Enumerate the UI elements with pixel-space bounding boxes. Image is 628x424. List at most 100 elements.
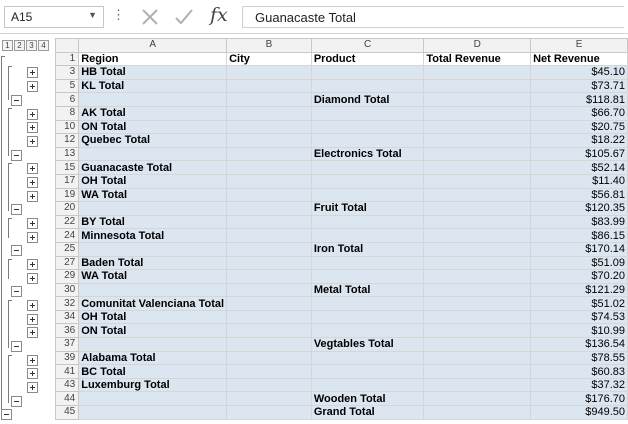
cell-net-revenue[interactable]: $66.70 (530, 105, 628, 121)
cell-product[interactable]: Grand Total (310, 405, 425, 420)
collapse-group-button[interactable] (11, 204, 22, 215)
expand-group-button[interactable] (27, 368, 38, 379)
cell-total-revenue[interactable] (423, 201, 532, 216)
cell-net-revenue[interactable]: $136.54 (530, 337, 628, 352)
row-number[interactable]: 29 (54, 269, 80, 284)
row-number[interactable]: 45 (54, 405, 80, 420)
cell-city[interactable] (226, 133, 312, 148)
cell-total-revenue[interactable] (423, 214, 532, 230)
chevron-down-icon[interactable]: ▼ (88, 10, 97, 20)
cell-city[interactable] (226, 296, 312, 311)
collapse-group-button[interactable] (11, 95, 22, 106)
cell-region[interactable]: Luxemburg Total (78, 377, 228, 393)
formula-input[interactable]: Guanacaste Total (242, 6, 624, 28)
cell-total-revenue[interactable] (423, 282, 532, 298)
cell-net-revenue[interactable]: $51.02 (530, 296, 628, 311)
cell-city[interactable] (226, 187, 312, 203)
cell-net-revenue[interactable]: $11.40 (530, 173, 628, 189)
cell-product[interactable]: Iron Total (310, 241, 425, 257)
expand-group-button[interactable] (27, 81, 38, 92)
more-options-icon[interactable]: ⋮ (112, 8, 125, 22)
cell-product[interactable] (310, 296, 425, 311)
cell-city[interactable] (226, 78, 312, 94)
cell-region[interactable]: Alabama Total (78, 350, 228, 366)
cell-net-revenue[interactable]: $70.20 (530, 269, 628, 284)
column-header-b[interactable]: B (226, 38, 312, 53)
row-number[interactable]: 12 (54, 133, 80, 148)
cell-city[interactable] (226, 405, 312, 420)
cell-city[interactable] (226, 337, 312, 352)
cell-region[interactable]: Minnesota Total (78, 228, 228, 243)
cell-total-revenue[interactable] (423, 241, 532, 257)
cell-net-revenue[interactable]: $56.81 (530, 187, 628, 203)
cell-city[interactable] (226, 105, 312, 121)
cell-region[interactable]: Quebec Total (78, 133, 228, 148)
cell-city[interactable] (226, 228, 312, 243)
cell-product[interactable] (310, 269, 425, 284)
name-box[interactable]: A15 ▼ (4, 6, 104, 28)
cell-total-revenue[interactable] (423, 92, 532, 107)
cell-net-revenue[interactable]: $120.35 (530, 201, 628, 216)
expand-group-button[interactable] (27, 327, 38, 338)
header-net-revenue[interactable]: Net Revenue (530, 51, 628, 67)
expand-group-button[interactable] (27, 232, 38, 243)
cell-region[interactable]: Guanacaste Total (78, 160, 228, 175)
select-all-corner[interactable] (54, 38, 80, 53)
expand-group-button[interactable] (27, 355, 38, 366)
cell-total-revenue[interactable] (423, 269, 532, 284)
row-number[interactable]: 27 (54, 255, 80, 271)
cell-net-revenue[interactable]: $170.14 (530, 241, 628, 257)
outline-level-1-button[interactable]: 1 (2, 40, 13, 51)
cell-city[interactable] (226, 119, 312, 135)
row-number[interactable]: 17 (54, 173, 80, 189)
cell-product[interactable] (310, 377, 425, 393)
cell-net-revenue[interactable]: $83.99 (530, 214, 628, 230)
cell-region[interactable]: WA Total (78, 269, 228, 284)
row-number[interactable]: 19 (54, 187, 80, 203)
cell-total-revenue[interactable] (423, 350, 532, 366)
expand-group-button[interactable] (27, 177, 38, 188)
cell-product[interactable] (310, 119, 425, 135)
cell-region[interactable]: OH Total (78, 173, 228, 189)
row-number[interactable]: 24 (54, 228, 80, 243)
column-header-c[interactable]: C (310, 38, 425, 53)
cell-product[interactable] (310, 350, 425, 366)
cell-net-revenue[interactable]: $10.99 (530, 323, 628, 339)
cell-region[interactable] (78, 337, 228, 352)
column-header-e[interactable]: E (530, 38, 628, 53)
expand-group-button[interactable] (27, 163, 38, 174)
cell-total-revenue[interactable] (423, 65, 532, 80)
cell-product[interactable] (310, 133, 425, 148)
cell-product[interactable]: Fruit Total (310, 201, 425, 216)
outline-level-2-button[interactable]: 2 (14, 40, 25, 51)
row-number[interactable]: 43 (54, 377, 80, 393)
cell-net-revenue[interactable]: $105.67 (530, 146, 628, 162)
expand-group-button[interactable] (27, 259, 38, 270)
cell-net-revenue[interactable]: $20.75 (530, 119, 628, 135)
cell-total-revenue[interactable] (423, 323, 532, 339)
cell-region[interactable] (78, 391, 228, 407)
cell-net-revenue[interactable]: $18.22 (530, 133, 628, 148)
cell-net-revenue[interactable]: $51.09 (530, 255, 628, 271)
row-number[interactable]: 15 (54, 160, 80, 175)
row-number[interactable]: 30 (54, 282, 80, 298)
cell-city[interactable] (226, 92, 312, 107)
row-number[interactable]: 37 (54, 337, 80, 352)
cell-product[interactable] (310, 364, 425, 379)
cell-total-revenue[interactable] (423, 105, 532, 121)
expand-group-button[interactable] (27, 109, 38, 120)
row-number[interactable]: 20 (54, 201, 80, 216)
cell-city[interactable] (226, 323, 312, 339)
cell-region[interactable]: ON Total (78, 323, 228, 339)
header-city[interactable]: City (226, 51, 312, 67)
row-number[interactable]: 44 (54, 391, 80, 407)
cell-product[interactable]: Metal Total (310, 282, 425, 298)
cell-total-revenue[interactable] (423, 78, 532, 94)
cell-product[interactable]: Electronics Total (310, 146, 425, 162)
cell-region[interactable] (78, 241, 228, 257)
cell-product[interactable] (310, 255, 425, 271)
cell-city[interactable] (226, 146, 312, 162)
outline-level-3-button[interactable]: 3 (26, 40, 37, 51)
cell-city[interactable] (226, 350, 312, 366)
collapse-group-button[interactable] (11, 341, 22, 352)
